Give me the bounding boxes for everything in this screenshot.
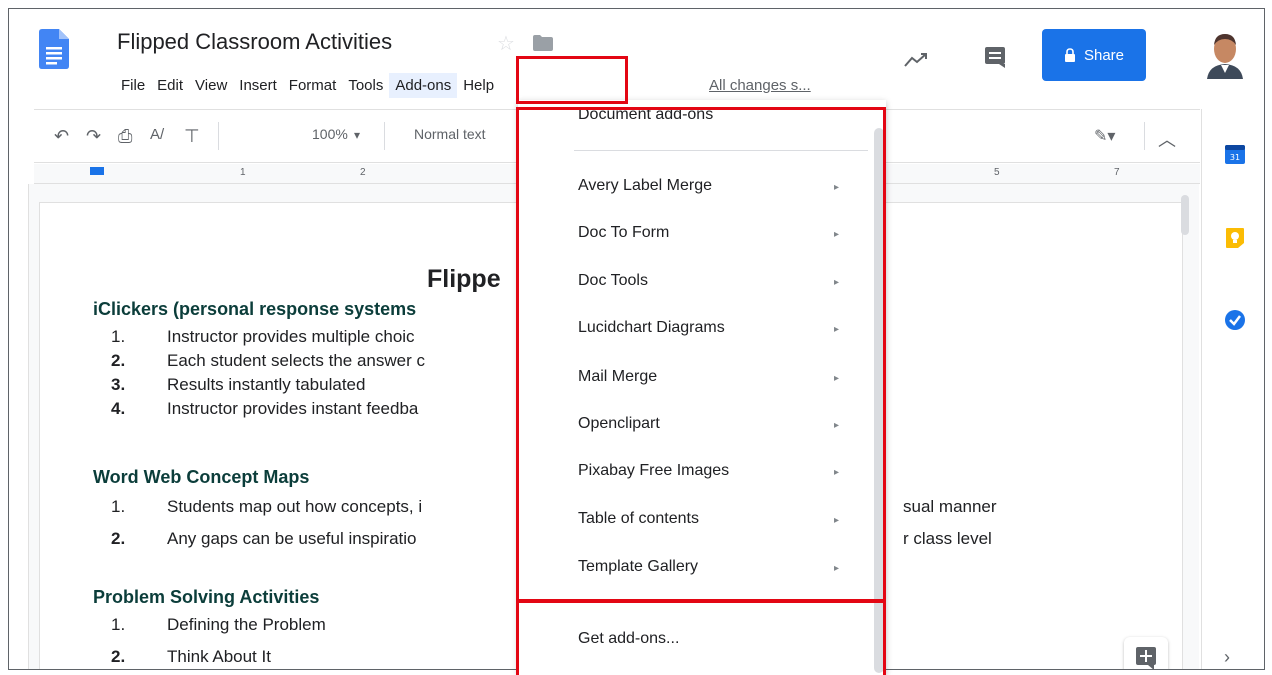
ruler-mark: 5 (994, 167, 1000, 178)
ruler-mark: 7 (1114, 167, 1120, 178)
zoom-select[interactable]: 100% (312, 126, 348, 142)
menu-edit[interactable]: Edit (151, 73, 189, 98)
undo-icon[interactable]: ↶ (54, 126, 69, 147)
redo-icon[interactable]: ↷ (86, 126, 101, 147)
section-heading: Problem Solving Activities (93, 587, 320, 607)
document-scrollbar[interactable] (1181, 195, 1189, 235)
section-heading: Word Web Concept Maps (93, 467, 310, 487)
menu-insert[interactable]: Insert (233, 73, 283, 98)
menu-view[interactable]: View (189, 73, 233, 98)
vertical-ruler[interactable] (9, 184, 29, 669)
keep-icon[interactable] (1224, 227, 1246, 249)
indent-marker[interactable] (90, 167, 104, 175)
menu-add-ons[interactable]: Add-ons (389, 73, 458, 98)
folder-icon[interactable] (533, 35, 553, 51)
highlight-get-add-ons (516, 600, 886, 675)
tasks-icon[interactable] (1224, 309, 1246, 331)
user-avatar[interactable] (1205, 31, 1245, 79)
edit-mode-icon[interactable]: ✎▾ (1094, 126, 1115, 146)
paint-format-icon[interactable]: ⊤ (184, 126, 200, 147)
print-icon[interactable]: ⎙ (118, 126, 132, 147)
side-panel: 31 › (1201, 109, 1264, 669)
toolbar-divider (218, 122, 219, 150)
activity-trend-icon[interactable] (904, 51, 928, 69)
save-status-link[interactable]: All changes s... (709, 77, 811, 94)
star-icon[interactable]: ☆ (497, 31, 515, 56)
paragraph-style-select[interactable]: Normal text (414, 126, 486, 142)
ruler-mark: 1 (240, 167, 246, 178)
docs-header: Flipped Classroom Activities ☆ File Edit… (9, 9, 1264, 109)
toolbar-divider (1144, 122, 1145, 150)
obscured-text-tail: sual manner (903, 497, 997, 516)
add-comment-icon[interactable] (1124, 637, 1168, 670)
menu-bar: File Edit View Insert Format Tools Add-o… (115, 73, 500, 98)
lock-icon (1064, 48, 1075, 62)
section-heading: iClickers (personal response systems (93, 299, 417, 319)
document-heading: Flippe (427, 265, 501, 293)
docs-logo-icon[interactable] (39, 29, 69, 69)
highlight-add-ons-list (516, 107, 886, 602)
share-button[interactable]: Share (1042, 29, 1146, 81)
spellcheck-icon[interactable]: A/ (150, 126, 164, 143)
obscured-text-tail: r class level (903, 529, 992, 548)
menu-tools[interactable]: Tools (342, 73, 389, 98)
toolbar-divider (384, 122, 385, 150)
menu-format[interactable]: Format (283, 73, 343, 98)
share-label: Share (1083, 46, 1125, 64)
zoom-dropdown-icon[interactable]: ▾ (354, 128, 360, 142)
highlight-add-ons-menu (516, 56, 628, 104)
expand-panel-icon[interactable]: › (1224, 647, 1230, 668)
ruler-mark: 2 (360, 167, 366, 178)
menu-file[interactable]: File (115, 73, 151, 98)
menu-help[interactable]: Help (457, 73, 500, 98)
calendar-icon[interactable]: 31 (1224, 143, 1246, 165)
document-title[interactable]: Flipped Classroom Activities (117, 29, 392, 55)
collapse-chevron-icon[interactable]: ︿ (1158, 126, 1176, 152)
svg-text:31: 31 (1230, 153, 1240, 162)
comments-icon[interactable] (984, 46, 1006, 68)
